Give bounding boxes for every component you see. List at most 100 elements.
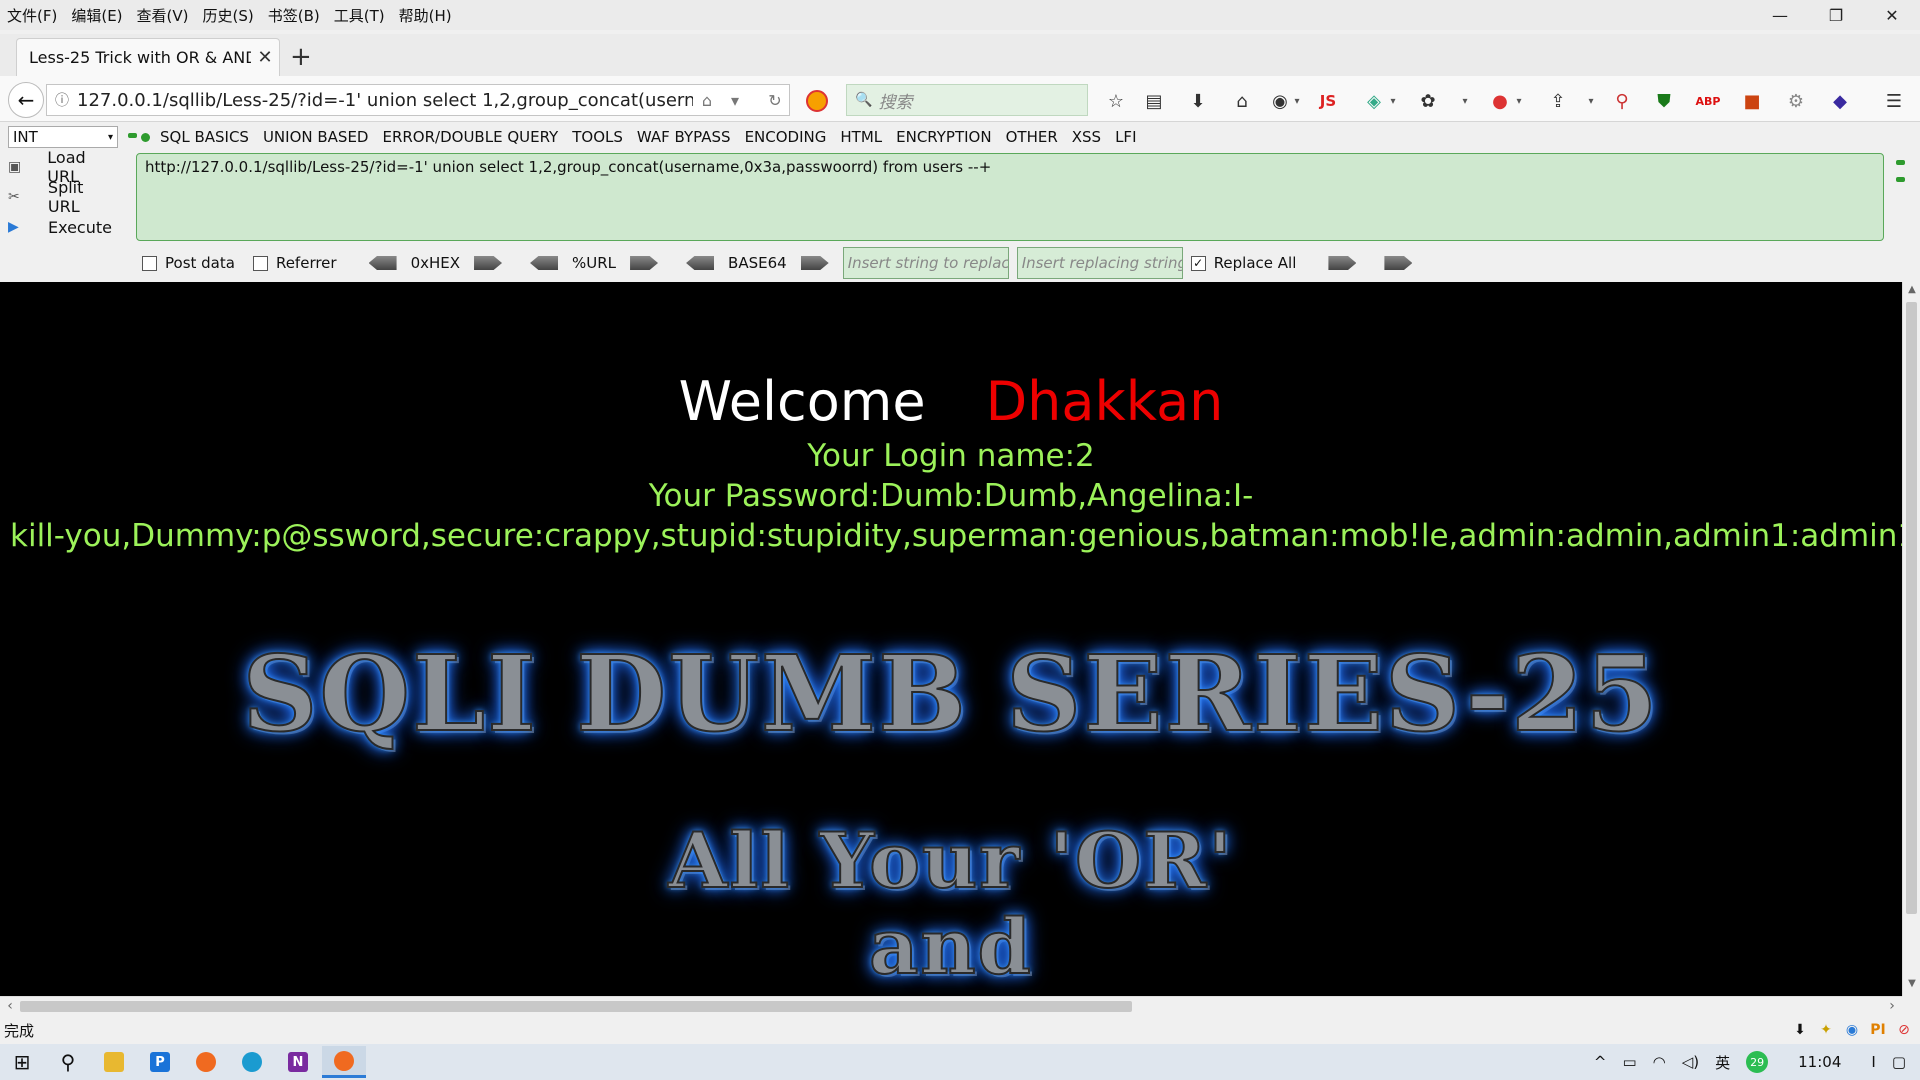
base64-decode-arrow-icon[interactable] (686, 256, 715, 270)
share-dropdown-icon[interactable]: ▾ (1586, 89, 1596, 113)
scroll-left-icon[interactable]: ‹ (2, 998, 18, 1014)
url-bar[interactable]: ⓘ 127.0.0.1/sqllib/Less-25/?id=-1' union… (46, 84, 790, 116)
firefox-icon[interactable] (184, 1046, 228, 1078)
hackbar-menu-lfi[interactable]: LFI (1115, 128, 1136, 146)
menu-file[interactable]: 文件(F) (0, 5, 64, 26)
magnifier-icon[interactable]: ⚲ (1610, 89, 1634, 113)
ai-icon[interactable]: Ⅰ (1871, 1053, 1875, 1071)
share-icon[interactable]: ⇪ (1546, 89, 1570, 113)
hackbar-menu-tools[interactable]: TOOLS (572, 128, 623, 146)
hackbar-icon[interactable]: ■ (1740, 89, 1764, 113)
hex-decode-arrow-icon[interactable] (368, 256, 397, 270)
horizontal-scrollbar[interactable]: ‹ › (0, 996, 1902, 1014)
adblock-icon[interactable]: ABP (1696, 89, 1721, 113)
file-explorer-icon[interactable] (92, 1046, 136, 1078)
replace-arrow-icon[interactable] (1328, 256, 1357, 270)
onenote-icon[interactable]: N (276, 1046, 320, 1078)
post-data-checkbox[interactable] (142, 255, 157, 271)
close-window-button[interactable]: ✕ (1864, 0, 1920, 30)
back-button[interactable]: ← (8, 82, 44, 118)
execute-button[interactable]: ▶ Execute (8, 212, 120, 242)
shield-icon[interactable]: ⛊ (1652, 89, 1676, 113)
volume-icon[interactable]: ◁) (1682, 1053, 1699, 1071)
reading-list-icon[interactable]: ▤ (1142, 89, 1166, 113)
download-arrow-icon[interactable]: ⬇ (1790, 1020, 1810, 1040)
hex-encode-arrow-icon[interactable] (474, 256, 503, 270)
battery-icon[interactable]: ▭ (1622, 1053, 1636, 1071)
firebug-dropdown-icon[interactable]: ▾ (1514, 89, 1524, 113)
scroll-right-icon[interactable]: › (1884, 998, 1900, 1014)
hackbar-menu-encryption[interactable]: ENCRYPTION (896, 128, 991, 146)
hackbar-menu-html[interactable]: HTML (840, 128, 882, 146)
new-tab-button[interactable]: + (290, 42, 312, 72)
ime-indicator[interactable]: 英 (1715, 1052, 1730, 1073)
wifi-icon[interactable]: ◠ (1653, 1053, 1666, 1071)
bookmark-star-icon[interactable]: ☆ (1104, 89, 1128, 113)
dropdown-icon[interactable]: ▾ (721, 91, 749, 110)
hackbar-side-toggles[interactable] (1896, 160, 1905, 194)
notification-badge[interactable]: 29 (1746, 1051, 1769, 1073)
vertical-scroll-thumb[interactable] (1906, 302, 1917, 914)
restore-button[interactable]: ❐ (1808, 0, 1864, 30)
firebug-icon[interactable]: ● (1488, 89, 1512, 113)
hamburger-menu-icon[interactable]: ☰ (1882, 89, 1906, 113)
scroll-up-icon[interactable]: ▲ (1903, 284, 1920, 300)
hackbar-menu-encoding[interactable]: ENCODING (745, 128, 827, 146)
info-icon[interactable]: ⓘ (55, 90, 77, 110)
notification-center-icon[interactable]: ▢ (1892, 1053, 1906, 1071)
diamond-icon[interactable]: ◆ (1828, 89, 1852, 113)
edge-icon[interactable] (230, 1046, 274, 1078)
replace-all-arrow-icon[interactable] (1384, 256, 1413, 270)
noscript-icon[interactable] (806, 90, 828, 112)
tray-expand-icon[interactable]: ^ (1594, 1053, 1607, 1071)
scroll-down-icon[interactable]: ▼ (1903, 978, 1920, 994)
start-windows-icon[interactable]: ⊞ (0, 1046, 44, 1078)
base64-encode-arrow-icon[interactable] (800, 256, 829, 270)
menu-history[interactable]: 历史(S) (196, 5, 261, 26)
firefox-active-icon[interactable] (322, 1046, 366, 1078)
clock[interactable]: 11:04 (1798, 1053, 1841, 1071)
hackbar-menu-union-based[interactable]: UNION BASED (263, 128, 369, 146)
replace-string-input[interactable]: Insert string to replace (842, 247, 1009, 279)
replacing-string-input[interactable]: Insert replacing string (1016, 247, 1183, 279)
horizontal-scroll-thumb[interactable] (20, 1001, 1132, 1012)
noscript-status-icon[interactable]: ⊘ (1894, 1020, 1914, 1040)
home-button-icon[interactable]: ⌂ (1230, 89, 1254, 113)
url-encode-arrow-icon[interactable] (630, 256, 659, 270)
translate-dropdown-icon[interactable]: ▾ (1388, 89, 1398, 113)
menu-bookmarks[interactable]: 书签(B) (261, 5, 327, 26)
search-taskbar-icon[interactable]: ⚲ (46, 1046, 90, 1078)
globe-icon[interactable]: ◉ (1268, 89, 1292, 113)
hackbar-menu-error-double[interactable]: ERROR/DOUBLE QUERY (382, 128, 558, 146)
menu-edit[interactable]: 编辑(E) (64, 5, 129, 26)
js-icon[interactable]: JS (1316, 89, 1340, 113)
download-icon[interactable]: ⬇ (1186, 89, 1210, 113)
globe-dropdown-icon[interactable]: ▾ (1292, 89, 1302, 113)
leaf-icon[interactable]: ✦ (1816, 1020, 1836, 1040)
menu-view[interactable]: 查看(V) (130, 5, 196, 26)
search-bar[interactable]: 🔍 搜索 (846, 84, 1088, 116)
tab-close-icon[interactable]: ✕ (251, 47, 279, 68)
menu-help[interactable]: 帮助(H) (392, 5, 459, 26)
globe-status-icon[interactable]: ◉ (1842, 1020, 1862, 1040)
hackbar-url-textarea[interactable]: http://127.0.0.1/sqllib/Less-25/?id=-1' … (136, 153, 1884, 241)
settings-gear-icon[interactable]: ⚙ (1784, 89, 1808, 113)
menu-dropdown-icon[interactable]: ▾ (1460, 89, 1470, 113)
split-url-button[interactable]: ✂ Split URL (8, 178, 120, 216)
vertical-scrollbar[interactable]: ▲ ▼ (1902, 282, 1920, 996)
url-text[interactable]: 127.0.0.1/sqllib/Less-25/?id=-1' union s… (77, 90, 693, 111)
minimize-button[interactable]: — (1752, 0, 1808, 30)
reload-icon[interactable]: ↻ (761, 91, 789, 110)
menu-tools[interactable]: 工具(T) (327, 5, 392, 26)
type-select[interactable]: INT ▾ (8, 126, 118, 148)
hackbar-menu-other[interactable]: OTHER (1006, 128, 1058, 146)
hackbar-menu-waf-bypass[interactable]: WAF BYPASS (637, 128, 731, 146)
hackbar-menu-sql-basics[interactable]: SQL BASICS (160, 128, 249, 146)
pr-icon[interactable]: PI (1868, 1020, 1888, 1040)
p-app-icon[interactable]: P (138, 1046, 182, 1078)
translate-icon[interactable]: ◈ (1362, 89, 1386, 113)
referrer-checkbox[interactable] (252, 255, 268, 271)
replace-all-checkbox[interactable]: ✓ (1190, 255, 1206, 271)
hackbar-menu-xss[interactable]: XSS (1072, 128, 1101, 146)
palette-icon[interactable]: ✿ (1416, 89, 1440, 113)
